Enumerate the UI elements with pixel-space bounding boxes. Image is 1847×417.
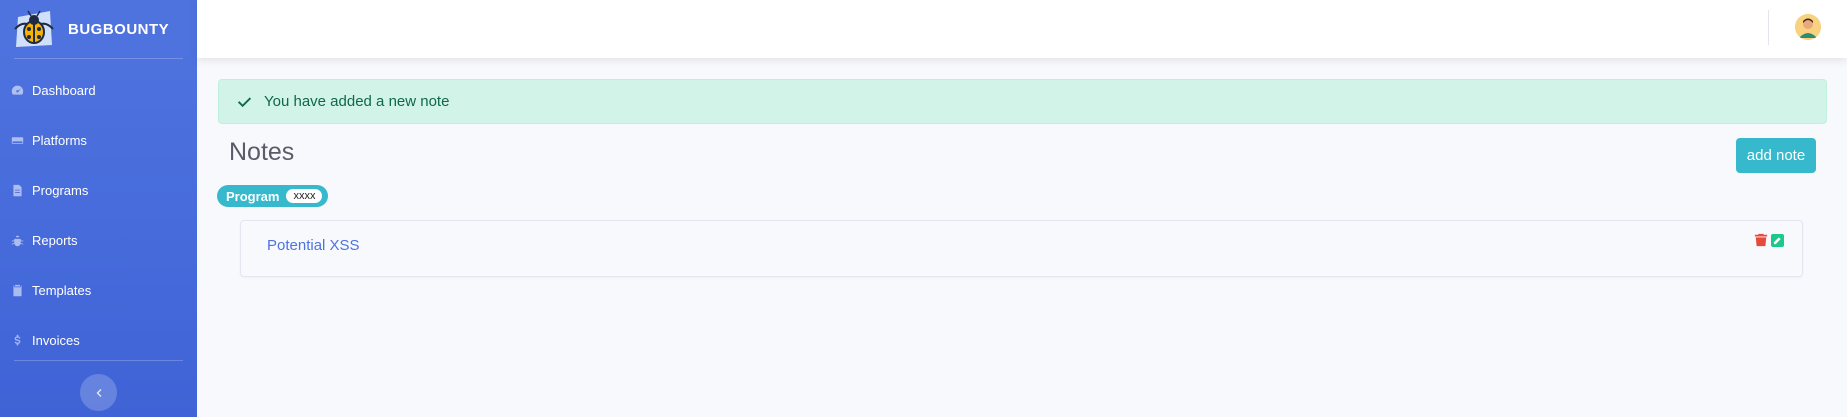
trash-icon[interactable]: [1754, 233, 1768, 247]
sidebar-item-label: Programs: [32, 182, 89, 198]
hdd-icon: [10, 133, 24, 147]
sidebar-item-label: Invoices: [32, 332, 80, 348]
sidebar-item-label: Platforms: [32, 132, 87, 148]
program-filter-badge[interactable]: Program xxxx: [217, 185, 329, 207]
brand-name: BUGBOUNTY: [68, 20, 170, 38]
sidebar-divider: [14, 58, 183, 59]
user-avatar-icon[interactable]: [1795, 14, 1821, 40]
sidebar-toggle-button[interactable]: [80, 374, 117, 411]
alert-message: You have added a new note: [264, 93, 450, 110]
bug-icon: [10, 233, 24, 247]
file-icon: [10, 183, 24, 197]
sidebar-toggle-wrap: [0, 374, 197, 411]
sidebar-item-platforms[interactable]: Platforms: [0, 115, 197, 165]
topbar: [197, 0, 1847, 58]
add-note-button[interactable]: add note: [1736, 138, 1816, 173]
sidebar-item-dashboard[interactable]: Dashboard: [0, 65, 197, 115]
dollar-icon: [10, 333, 24, 347]
main-content: You have added a new note Notes add note…: [197, 58, 1847, 417]
note-card: Potential XSS: [240, 220, 1803, 277]
sidebar-item-reports[interactable]: Reports: [0, 215, 197, 265]
chevron-left-icon: [96, 388, 101, 397]
edit-icon[interactable]: [1771, 233, 1784, 247]
sidebar: BUGBOUNTY Dashboard Platforms Programs R…: [0, 0, 197, 417]
bug-logo-icon: [12, 7, 56, 51]
sidebar-item-label: Templates: [32, 282, 92, 298]
success-alert: You have added a new note: [218, 79, 1827, 124]
check-icon: [237, 97, 252, 108]
sidebar-item-label: Reports: [32, 232, 78, 248]
tachometer-icon: [10, 83, 24, 97]
filter-label: Program: [226, 188, 280, 204]
filter-value: xxxx: [286, 189, 323, 203]
sidebar-item-invoices[interactable]: Invoices: [0, 315, 197, 365]
sidebar-item-programs[interactable]: Programs: [0, 165, 197, 215]
note-actions: [1754, 233, 1784, 247]
sidebar-item-templates[interactable]: Templates: [0, 265, 197, 315]
sidebar-item-label: Dashboard: [32, 82, 96, 98]
page-title: Notes: [229, 138, 295, 166]
brand[interactable]: BUGBOUNTY: [0, 0, 197, 58]
clipboard-icon: [10, 283, 24, 297]
note-title-link[interactable]: Potential XSS: [267, 237, 360, 254]
topbar-divider: [1768, 10, 1769, 45]
sidebar-divider-bottom: [14, 360, 183, 361]
sidebar-nav: Dashboard Platforms Programs Reports Tem…: [0, 65, 197, 365]
